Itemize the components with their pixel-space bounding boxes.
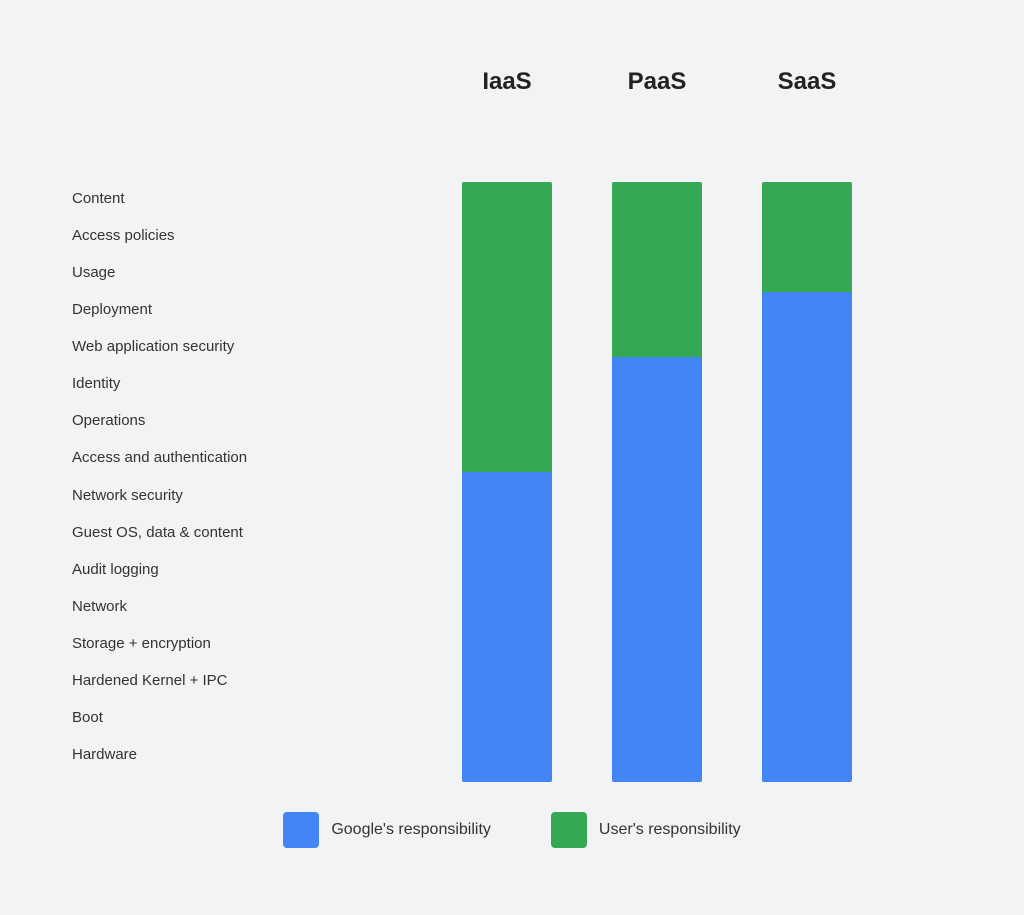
legend-google-label: Google's responsibility: [331, 821, 491, 839]
label-usage: Usage: [72, 256, 332, 290]
iaas-bar-blue: [462, 472, 552, 782]
legend-user: User's responsibility: [551, 812, 741, 848]
label-guest-os: Guest OS, data & content: [72, 515, 332, 549]
saas-header: SaaS: [762, 68, 852, 96]
paas-bar: [612, 182, 702, 782]
chart-area: Content Access policies Usage Deployment…: [72, 100, 952, 782]
label-storage: Storage + encryption: [72, 626, 332, 660]
legend-user-label: User's responsibility: [599, 821, 741, 839]
legend-google: Google's responsibility: [283, 812, 491, 848]
iaas-bar: [462, 182, 552, 782]
iaas-bar-green: [462, 182, 552, 472]
legend-box-blue: [283, 812, 319, 848]
label-web-app-security: Web application security: [72, 330, 332, 364]
paas-bar-blue: [612, 357, 702, 782]
label-audit-logging: Audit logging: [72, 552, 332, 586]
chart-container: IaaS PaaS SaaS Content Access policies U…: [52, 38, 972, 878]
label-deployment: Deployment: [72, 293, 332, 327]
label-network: Network: [72, 589, 332, 623]
paas-bar-wrapper: [612, 182, 702, 782]
headers-row: IaaS PaaS SaaS: [342, 68, 952, 96]
label-operations: Operations: [72, 404, 332, 438]
label-network-security: Network security: [72, 478, 332, 512]
saas-bar: [762, 182, 852, 782]
legend: Google's responsibility User's responsib…: [72, 812, 952, 858]
label-kernel: Hardened Kernel + IPC: [72, 663, 332, 697]
label-hardware: Hardware: [72, 737, 332, 771]
bars-section: [342, 182, 952, 782]
labels-column: Content Access policies Usage Deployment…: [72, 182, 332, 772]
label-identity: Identity: [72, 367, 332, 401]
legend-box-green: [551, 812, 587, 848]
paas-header: PaaS: [612, 68, 702, 96]
label-content: Content: [72, 182, 332, 216]
iaas-header: IaaS: [462, 68, 552, 96]
saas-bar-wrapper: [762, 182, 852, 782]
label-boot: Boot: [72, 700, 332, 734]
saas-bar-green: [762, 182, 852, 292]
label-access-auth: Access and authentication: [72, 441, 332, 475]
saas-bar-blue: [762, 292, 852, 782]
iaas-bar-wrapper: [462, 182, 552, 782]
label-access-policies: Access policies: [72, 219, 332, 253]
paas-bar-green: [612, 182, 702, 357]
